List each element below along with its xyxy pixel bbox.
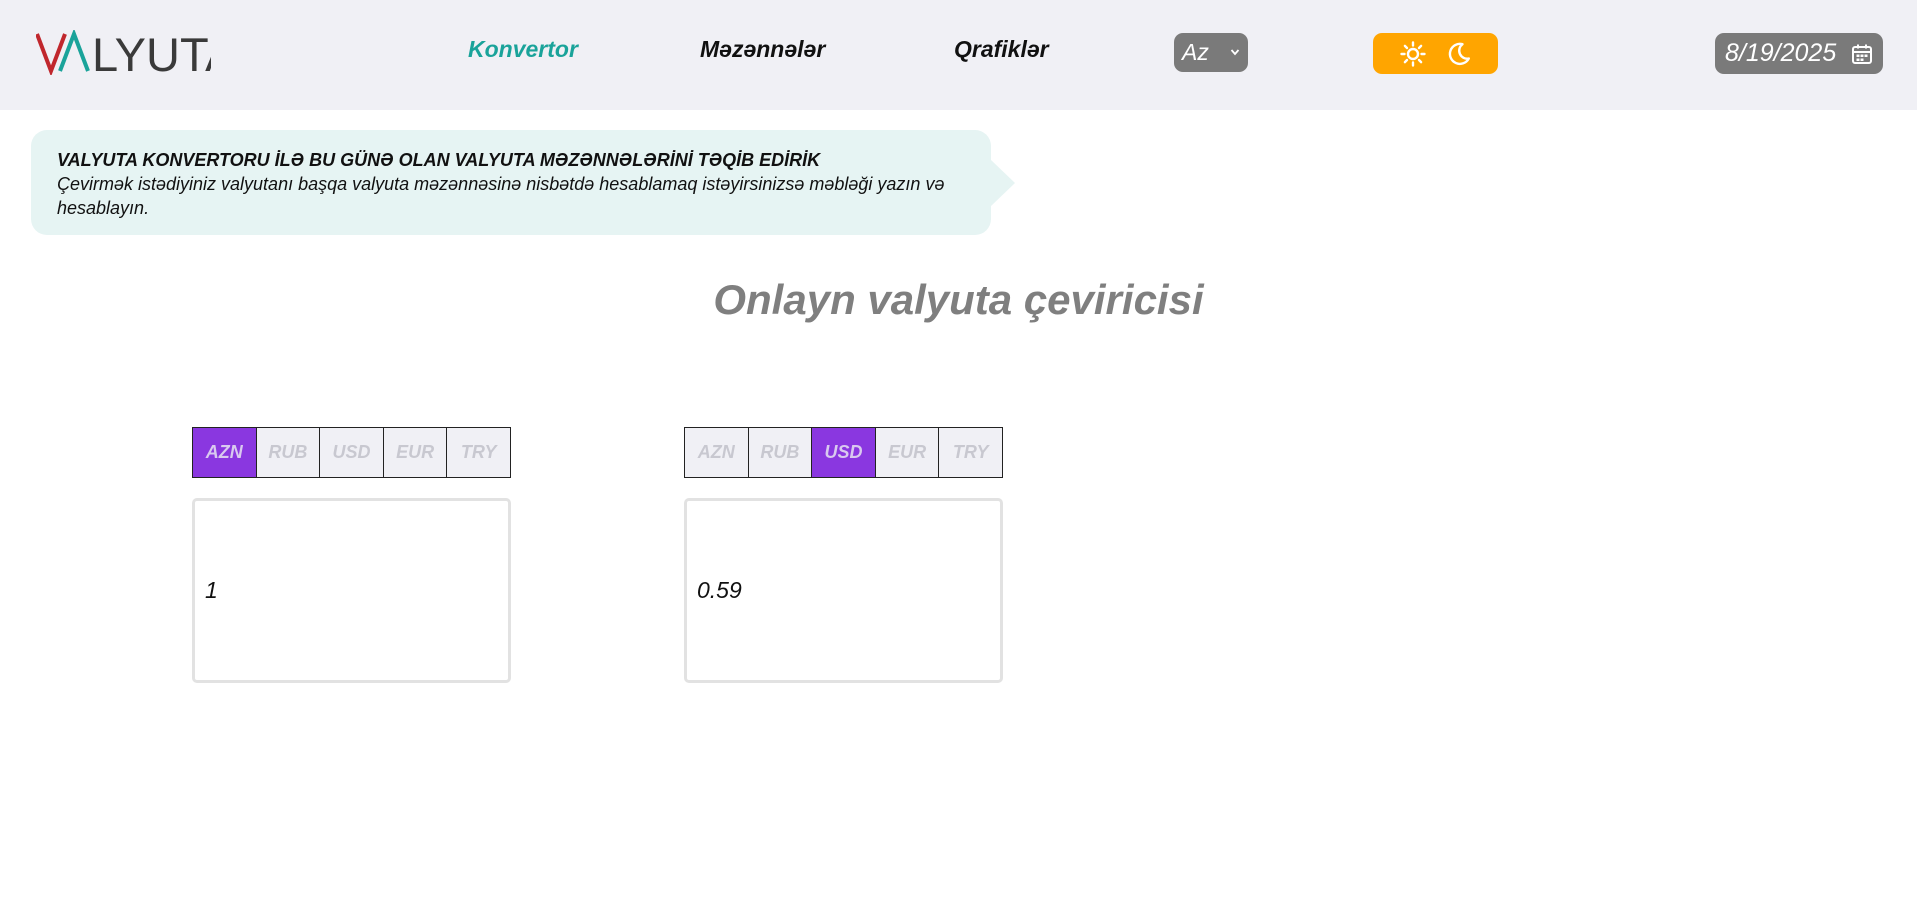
from-tab-rub[interactable]: RUB	[256, 428, 321, 477]
to-amount-value: 0.59	[697, 577, 742, 603]
date-value: 8/19/2025	[1725, 39, 1837, 67]
nav-mezenneler[interactable]: Məzənnələr	[700, 33, 825, 65]
to-tab-rub[interactable]: RUB	[748, 428, 813, 477]
page-title-text: Onlayn valyuta çeviricisi	[713, 276, 1204, 323]
calendar-icon[interactable]	[1851, 43, 1873, 65]
currency-tabs-to: AZN RUB USD EUR TRY	[684, 427, 1003, 478]
nav-konvertor[interactable]: Konvertor	[468, 33, 578, 65]
converter-from: AZN RUB USD EUR TRY 1	[192, 427, 511, 683]
converter-to: AZN RUB USD EUR TRY 0.59	[684, 427, 1003, 683]
theme-toggle[interactable]	[1373, 33, 1498, 74]
nav-qrafikler[interactable]: Qrafiklər	[954, 33, 1049, 65]
chevron-down-icon	[1230, 49, 1240, 56]
from-amount-value: 1	[205, 577, 218, 603]
to-amount-input[interactable]: 0.59	[684, 498, 1003, 683]
moon-icon	[1448, 42, 1470, 65]
logo-text: LYUTA	[92, 30, 211, 75]
logo[interactable]: LYUTA	[36, 30, 211, 75]
from-tab-try[interactable]: TRY	[447, 428, 510, 477]
header: LYUTA Konvertor Məzənnələr Qrafiklər Az	[0, 0, 1917, 110]
from-tab-azn[interactable]: AZN	[193, 428, 257, 477]
logo-mark: LYUTA	[36, 30, 211, 75]
info-text: Çevirmək istədiyiniz valyutanı başqa val…	[57, 174, 945, 218]
from-tab-usd[interactable]: USD	[320, 428, 384, 477]
currency-tabs-from: AZN RUB USD EUR TRY	[192, 427, 511, 478]
info-title: VALYUTA KONVERTORU İLƏ BU GÜNƏ OLAN VALY…	[57, 150, 821, 170]
to-tab-usd[interactable]: USD	[812, 428, 876, 477]
dark-mode-button[interactable]	[1445, 40, 1473, 68]
page-title: Onlayn valyuta çeviricisi	[0, 272, 1917, 328]
info-banner: VALYUTA KONVERTORU İLƏ BU GÜNƏ OLAN VALY…	[31, 130, 1015, 235]
to-tab-try[interactable]: TRY	[939, 428, 1002, 477]
language-select[interactable]: Az	[1174, 33, 1248, 72]
to-tab-eur[interactable]: EUR	[875, 428, 940, 477]
language-select-value: Az	[1182, 39, 1209, 65]
from-tab-eur[interactable]: EUR	[383, 428, 448, 477]
sun-icon	[1399, 40, 1426, 67]
date-picker[interactable]: 8/19/2025	[1715, 33, 1883, 74]
to-tab-azn[interactable]: AZN	[685, 428, 749, 477]
from-amount-input[interactable]: 1	[192, 498, 511, 683]
light-mode-button[interactable]	[1399, 40, 1427, 68]
